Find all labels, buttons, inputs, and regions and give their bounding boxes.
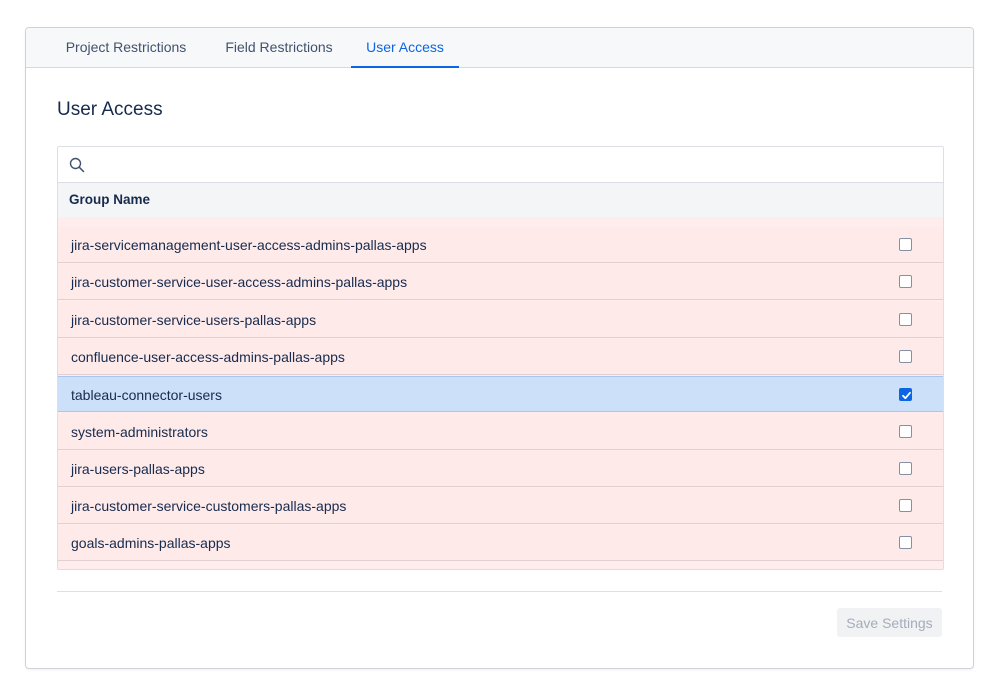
divider xyxy=(57,591,942,592)
group-checkbox[interactable] xyxy=(899,536,912,550)
group-checkbox[interactable] xyxy=(899,238,912,251)
group-table: Group Name jira-servicemanagement-user-a… xyxy=(57,146,944,570)
table-row[interactable]: goals-admins-pallas-apps xyxy=(58,525,943,562)
group-checkbox[interactable] xyxy=(899,388,912,402)
table-row[interactable]: confluence-user-access-admins-pallas-app… xyxy=(58,338,943,375)
search-icon xyxy=(69,157,85,173)
column-header-group-name: Group Name xyxy=(69,192,151,207)
group-name-label: system-administrators xyxy=(71,423,208,440)
group-name-label: jira-users-pallas-apps xyxy=(71,460,205,477)
group-name-label: tableau-connector-users xyxy=(71,387,222,404)
save-settings-button[interactable]: Save Settings xyxy=(837,608,942,637)
table-header: Group Name xyxy=(58,183,943,218)
check-icon xyxy=(902,392,911,400)
group-checkbox[interactable] xyxy=(899,461,912,475)
group-checkbox[interactable] xyxy=(899,312,912,326)
group-checkbox[interactable] xyxy=(899,275,912,289)
table-row[interactable]: jira-users-pallas-apps xyxy=(58,450,943,487)
group-name-label: jira-customer-service-customers-pallas-a… xyxy=(71,498,347,515)
group-name-label: jira-servicemanagement-user-access-admin… xyxy=(71,237,427,253)
page-title: User Access xyxy=(57,99,163,120)
group-name-label: confluence-user-access-admins-pallas-app… xyxy=(71,348,345,365)
group-name-label: jira-customer-service-users-pallas-apps xyxy=(71,311,317,328)
table-row[interactable]: jira-servicemanagement-user-access-admin… xyxy=(58,227,943,263)
tab-user-access[interactable]: User Access xyxy=(351,28,459,68)
settings-card: Project Restrictions Field Restrictions … xyxy=(25,27,974,669)
tab-project-restrictions[interactable]: Project Restrictions xyxy=(57,28,195,67)
tab-bar: Project Restrictions Field Restrictions … xyxy=(26,28,973,68)
search-bar xyxy=(58,147,943,183)
table-row[interactable]: tableau-connector-users xyxy=(58,376,943,413)
table-body[interactable]: jira-servicemanagement-user-access-admin… xyxy=(58,217,943,569)
group-name-label: goals-admins-pallas-apps xyxy=(71,535,231,552)
table-row[interactable]: jira-customer-service-users-pallas-apps xyxy=(58,301,943,338)
table-row[interactable]: jira-customer-service-user-access-admins… xyxy=(58,264,943,301)
search-input[interactable] xyxy=(94,151,938,179)
group-checkbox[interactable] xyxy=(899,424,912,438)
table-row[interactable]: system-administrators xyxy=(58,413,943,450)
tab-field-restrictions[interactable]: Field Restrictions xyxy=(215,28,343,67)
group-checkbox[interactable] xyxy=(899,499,912,513)
group-name-label: jira-customer-service-user-access-admins… xyxy=(71,274,408,291)
group-checkbox[interactable] xyxy=(899,349,912,363)
table-row[interactable]: jira-customer-service-customers-pallas-a… xyxy=(58,488,943,525)
